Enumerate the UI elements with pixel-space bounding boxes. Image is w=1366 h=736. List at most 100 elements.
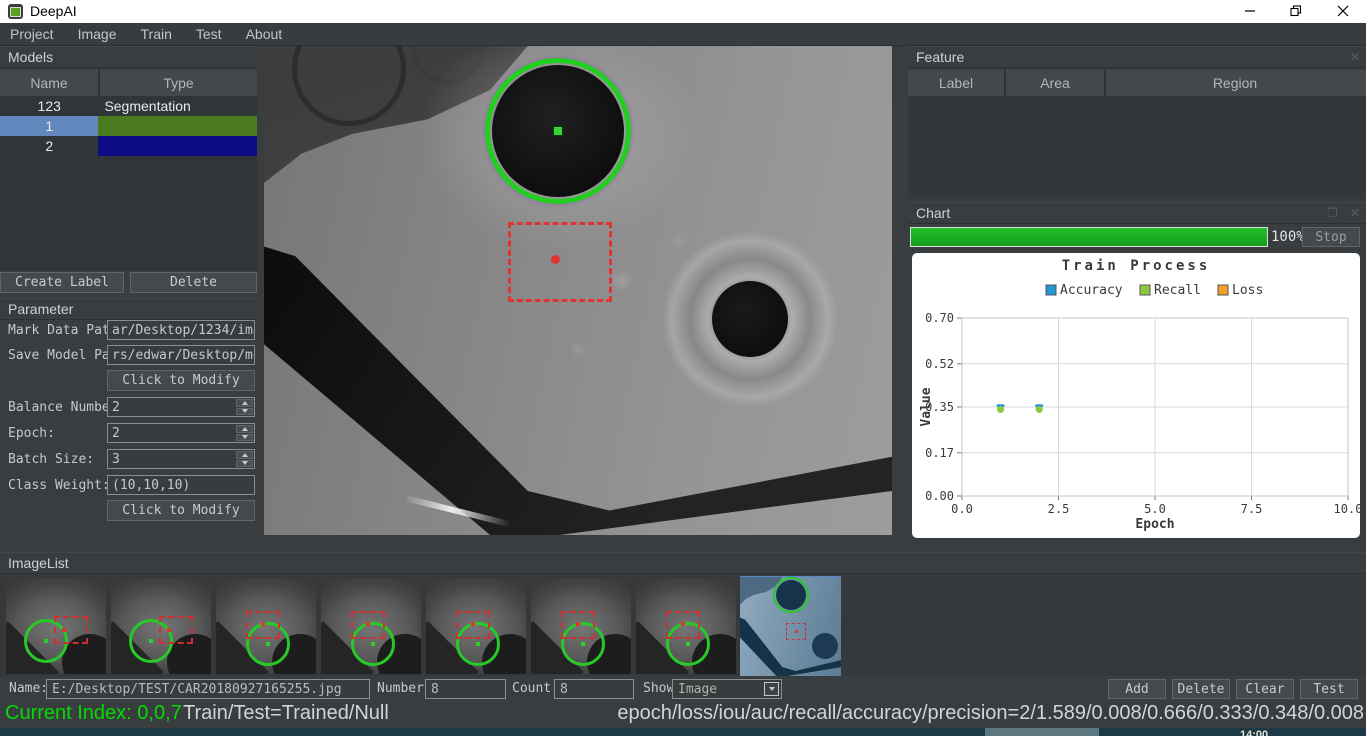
thumbnail-2[interactable] — [111, 578, 211, 674]
models-col-name[interactable]: Name — [0, 70, 100, 96]
spin-down-button[interactable] — [236, 434, 253, 442]
spinner-epoch — [236, 425, 253, 441]
test-image-button[interactable]: Test — [1300, 679, 1358, 699]
menu-about[interactable]: About — [246, 26, 283, 42]
thumb-red-dot — [576, 622, 580, 626]
model-row-1[interactable]: 1 — [0, 116, 257, 136]
menu-train[interactable]: Train — [141, 26, 172, 42]
param-value-balance-number: 2 — [112, 400, 120, 415]
feature-close-icon[interactable]: ✕ — [1350, 50, 1360, 64]
thumb-red-dot — [261, 622, 265, 626]
create-label-button[interactable]: Create Label — [0, 272, 124, 293]
feature-col-area[interactable]: Area — [1006, 70, 1106, 96]
thumbnail-1[interactable] — [6, 578, 106, 674]
parameter-panel-title: Parameter — [0, 298, 257, 320]
count-input[interactable]: 8 — [554, 679, 634, 699]
taskbar-clock: 14:00 — [1240, 729, 1268, 736]
param-modify-button-7[interactable]: Click to Modify — [107, 500, 255, 521]
thumb-red-dot — [471, 622, 475, 626]
add-image-button[interactable]: Add — [1108, 679, 1166, 699]
param-input-save-model-path[interactable]: rs/edwar/Desktop/model/ — [107, 345, 255, 365]
thumb-red-box — [54, 616, 88, 644]
thumb-green-dot — [149, 639, 153, 643]
chart-title-label: Chart — [916, 205, 950, 221]
model-name-cell: 123 — [0, 96, 98, 116]
thumbnail-3[interactable] — [216, 578, 316, 674]
chevron-down-icon — [769, 687, 775, 691]
feature-col-region[interactable]: Region — [1106, 70, 1364, 96]
param-value-save-model-path: rs/edwar/Desktop/model/ — [112, 348, 255, 363]
count-value: 8 — [560, 682, 568, 697]
spin-up-icon — [242, 427, 248, 431]
svg-text:0.00: 0.00 — [925, 489, 954, 503]
name-input[interactable]: E:/Desktop/TEST/CAR20180927165255.jpg — [46, 679, 370, 699]
spin-up-icon — [242, 401, 248, 405]
thumb-red-dot — [62, 628, 66, 632]
delete-model-button[interactable]: Delete — [130, 272, 257, 293]
svg-text:Value: Value — [919, 387, 934, 426]
thumb-green-dot — [686, 642, 690, 646]
delete-image-button[interactable]: Delete — [1172, 679, 1230, 699]
models-col-type[interactable]: Type — [100, 70, 257, 96]
spin-down-button[interactable] — [236, 460, 253, 468]
close-button[interactable] — [1320, 0, 1366, 22]
svg-text:Epoch: Epoch — [1135, 517, 1174, 532]
thumb-red-dot — [795, 630, 798, 633]
spinner-batch-size — [236, 451, 253, 467]
restore-icon — [1290, 5, 1302, 17]
taskbar-sliver: 14:00 — [0, 728, 1366, 736]
param-label-batch-size: Batch Size: — [8, 452, 94, 467]
clear-image-button[interactable]: Clear — [1236, 679, 1294, 699]
menu-image[interactable]: Image — [78, 26, 117, 42]
main-image[interactable] — [264, 46, 892, 535]
red-box-annotation[interactable] — [508, 222, 612, 302]
thumb-green-dot — [581, 642, 585, 646]
feature-panel-title: Feature ✕ — [908, 46, 1366, 68]
model-row-2[interactable]: 2 — [0, 136, 257, 156]
stop-button[interactable]: Stop — [1302, 227, 1360, 247]
thumb-green-dot — [266, 642, 270, 646]
param-input-balance-number[interactable]: 2 — [107, 397, 255, 417]
show-dropdown[interactable]: Image — [672, 679, 782, 699]
param-input-batch-size[interactable]: 3 — [107, 449, 255, 469]
train-progress-fill — [911, 228, 1267, 246]
model-row-123[interactable]: 123Segmentation — [0, 96, 257, 116]
svg-text:10.0: 10.0 — [1334, 502, 1360, 516]
taskbar-item[interactable] — [985, 728, 1099, 736]
feature-col-label[interactable]: Label — [908, 70, 1006, 96]
thumbnail-6[interactable] — [531, 578, 631, 674]
thumb-green-dot — [371, 642, 375, 646]
status-bar: Current Index: 0,0,7 Train/Test=Trained/… — [0, 700, 1366, 728]
parameter-form: Mark Data Path:ar/Desktop/1234/images/Sa… — [0, 320, 257, 530]
thumbnail-7[interactable] — [636, 578, 736, 674]
thumb-red-dot — [366, 622, 370, 626]
thumbnail-5[interactable] — [426, 578, 526, 674]
param-input-class-weight[interactable]: (10,10,10) — [107, 475, 255, 495]
spin-down-button[interactable] — [236, 408, 253, 416]
svg-text:5.0: 5.0 — [1144, 502, 1166, 516]
param-input-mark-data-path[interactable]: ar/Desktop/1234/images/ — [107, 320, 255, 340]
chart-float-icon[interactable]: ❐ — [1327, 206, 1338, 220]
dropdown-arrow-button[interactable] — [764, 682, 779, 696]
train-test-status: Train/Test=Trained/Null — [183, 702, 389, 725]
deepai-window: DeepAI ProjectImageTrainTestAbout Models… — [0, 0, 1366, 736]
spin-up-button[interactable] — [236, 451, 253, 459]
number-input[interactable]: 8 — [425, 679, 506, 699]
thumbnail-8[interactable] — [740, 576, 841, 676]
param-input-epoch[interactable]: 2 — [107, 423, 255, 443]
spin-down-icon — [242, 435, 248, 439]
chart-close-icon[interactable]: ✕ — [1350, 206, 1360, 220]
count-label: Count: — [512, 681, 559, 696]
param-modify-button-2[interactable]: Click to Modify — [107, 370, 255, 391]
train-progress-bar — [910, 227, 1268, 247]
restore-button[interactable] — [1273, 0, 1319, 22]
minimize-button[interactable] — [1227, 0, 1273, 22]
thumbnail-4[interactable] — [321, 578, 421, 674]
menu-test[interactable]: Test — [196, 26, 222, 42]
model-name-cell: 1 — [0, 116, 98, 136]
menu-project[interactable]: Project — [10, 26, 54, 42]
spin-up-icon — [242, 453, 248, 457]
spin-up-button[interactable] — [236, 425, 253, 433]
imagelist-panel-title: ImageList — [0, 552, 1366, 574]
spin-up-button[interactable] — [236, 399, 253, 407]
